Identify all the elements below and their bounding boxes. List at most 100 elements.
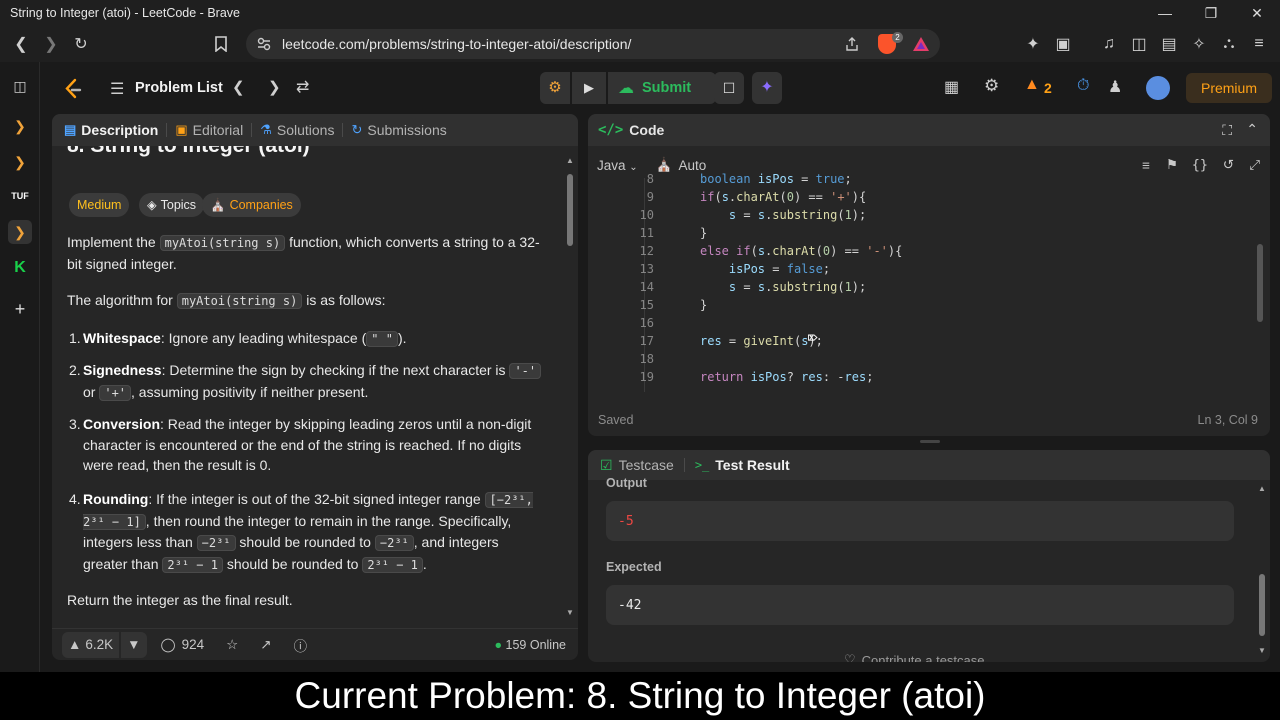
- description-footer: ▲ 6.2K ▼ ◯ 924 ☆ ↗ ⓘ ● 159 Online: [52, 628, 578, 660]
- add-friend-icon[interactable]: ♟: [1108, 77, 1122, 97]
- collapse-icon[interactable]: ⌃: [1246, 121, 1258, 138]
- kick-tab-icon[interactable]: K: [8, 256, 32, 280]
- code-line: 9 if(s.charAt(0) == '+'){: [588, 188, 1256, 206]
- difficulty-badge[interactable]: Medium: [69, 193, 130, 217]
- shuffle-icon[interactable]: ⇄: [296, 77, 309, 97]
- next-problem-icon[interactable]: ❯: [268, 78, 281, 96]
- leetcode-tab-icon[interactable]: ❯: [8, 114, 32, 138]
- comment-icon: ◯: [160, 636, 176, 652]
- comments-button[interactable]: ◯ 924: [161, 637, 205, 653]
- shields-count-badge: 2: [892, 32, 903, 43]
- browser-toolbar: ❮ ❯ ↻ leetcode.com/problems/string-to-in…: [0, 26, 1280, 62]
- ai-sparkle-icon[interactable]: ✦: [752, 72, 782, 104]
- share-icon[interactable]: ↗: [260, 637, 271, 653]
- streak-fire-icon[interactable]: ▲: [1024, 76, 1040, 94]
- return-paragraph: Return the integer as the final result.: [67, 592, 293, 608]
- submit-button[interactable]: ☁ Submit: [608, 72, 716, 104]
- step-text: should be rounded to: [235, 534, 375, 550]
- dislike-button[interactable]: ▼: [121, 631, 147, 658]
- leetcode-logo-icon[interactable]: [63, 78, 83, 105]
- tab-description[interactable]: ▤ Description: [64, 122, 158, 138]
- list-item: 2. Signedness: Determine the sign by chec…: [69, 360, 545, 403]
- vpn-icon[interactable]: ⛬: [1214, 29, 1244, 59]
- restore-icon[interactable]: ❐: [1188, 5, 1234, 22]
- forward-icon[interactable]: ❯: [36, 29, 66, 59]
- address-bar[interactable]: leetcode.com/problems/string-to-integer-…: [246, 29, 940, 59]
- help-icon[interactable]: ⓘ: [294, 635, 308, 655]
- panel-resize-handle[interactable]: [920, 440, 940, 443]
- tab-editorial[interactable]: ▣ Editorial: [175, 122, 243, 138]
- scroll-thumb[interactable]: [1257, 244, 1263, 322]
- code-line: 11}: [588, 224, 1256, 242]
- step-text: : If the integer is out of the 32-bit si…: [148, 491, 485, 507]
- code-header: </> Code ⛶ ⌃: [588, 114, 1270, 146]
- tab-solutions[interactable]: ⚗ Solutions: [260, 122, 334, 138]
- step-title: Conversion: [83, 416, 161, 432]
- list-icon: ☰: [110, 81, 125, 98]
- tab-test-result[interactable]: Test Result: [715, 457, 789, 473]
- debug-icon[interactable]: ⚙: [540, 72, 570, 104]
- step-text: or: [83, 383, 100, 400]
- site-info-icon[interactable]: [256, 36, 272, 57]
- line-number: 10: [639, 208, 654, 222]
- tab-editorial-label: Editorial: [192, 122, 244, 138]
- maximize-icon[interactable]: ⛶: [1222, 122, 1232, 139]
- prev-problem-icon[interactable]: ❮: [232, 78, 245, 96]
- step-title: Rounding: [83, 491, 149, 507]
- tab-solutions-label: Solutions: [276, 122, 335, 138]
- problem-title: 8. String to Integer (atoi): [67, 146, 310, 157]
- layout-icon[interactable]: ▦: [944, 77, 959, 97]
- description-tabs: ▤ Description ▣ Editorial ⚗ Solutions ↻ Subm…: [52, 114, 578, 146]
- companies-chip[interactable]: ⛪ Companies: [202, 193, 301, 217]
- code-editor[interactable]: 8 boolean isPos = true; 9 if(s.charAt(0) =…: [588, 172, 1256, 392]
- notes-icon[interactable]: ☐: [714, 72, 744, 104]
- leetcode-tab-icon[interactable]: ❯: [8, 150, 32, 174]
- back-icon[interactable]: ❮: [6, 29, 36, 59]
- run-icon[interactable]: ▶: [572, 72, 606, 104]
- step-text: should be rounded to: [222, 555, 363, 572]
- share-icon[interactable]: [844, 36, 860, 57]
- bookmark-icon[interactable]: [206, 29, 236, 59]
- sidebar-toggle-icon[interactable]: ◫: [1124, 29, 1154, 59]
- close-window-icon[interactable]: ✕: [1234, 5, 1280, 22]
- sidebar-panel-icon[interactable]: ◫: [8, 74, 32, 98]
- text-cursor-icon: ⌦: [808, 328, 818, 347]
- wallet-icon[interactable]: ▤: [1154, 29, 1184, 59]
- step-title: Whitespace: [83, 330, 161, 346]
- minimize-icon[interactable]: —: [1142, 5, 1188, 21]
- media-icon[interactable]: ♫: [1094, 29, 1124, 59]
- tuf-tab-icon[interactable]: TUF: [8, 184, 32, 208]
- reload-icon[interactable]: ↻: [66, 29, 96, 59]
- leo-ai-icon[interactable]: ✧: [1184, 29, 1214, 59]
- like-button[interactable]: ▲ 6.2K: [62, 631, 120, 658]
- code-line: 14 s = s.substring(1);: [588, 278, 1256, 296]
- premium-button[interactable]: Premium: [1186, 73, 1272, 103]
- inline-code: '-': [509, 363, 542, 379]
- screenshot-icon[interactable]: ▣: [1048, 29, 1078, 59]
- scroll-thumb[interactable]: [567, 174, 573, 246]
- algo-text: The algorithm for: [67, 292, 177, 308]
- avatar[interactable]: [1146, 76, 1170, 100]
- settings-gear-icon[interactable]: ⚙: [984, 76, 999, 96]
- topics-chip[interactable]: ◈ Topics: [139, 193, 205, 217]
- window-titlebar: String to Integer (atoi) - LeetCode - Br…: [0, 0, 1280, 26]
- tab-submissions[interactable]: ↻ Submissions: [351, 122, 446, 138]
- star-icon[interactable]: ☆: [226, 637, 238, 653]
- document-icon: ▤: [64, 122, 77, 137]
- brave-rewards-icon[interactable]: [912, 35, 930, 58]
- code-scrollbar[interactable]: [1256, 198, 1264, 388]
- scroll-thumb[interactable]: [1259, 574, 1265, 636]
- problem-list-link[interactable]: Problem List: [135, 80, 223, 96]
- browser-menu-icon[interactable]: ≡: [1244, 29, 1274, 59]
- timer-icon[interactable]: ⏱: [1077, 77, 1089, 95]
- test-scrollbar[interactable]: ▲ ▼: [1258, 484, 1266, 656]
- tab-divider: [683, 458, 685, 472]
- tab-testcase[interactable]: Testcase: [619, 457, 674, 473]
- extensions-icon[interactable]: ✦: [1018, 29, 1048, 59]
- new-tab-icon[interactable]: +: [8, 297, 32, 321]
- leetcode-active-tab-icon[interactable]: ❯: [8, 220, 32, 244]
- thumbs-down-icon: ▼: [127, 637, 141, 652]
- description-scrollbar[interactable]: ▲ ▼: [566, 156, 574, 618]
- contribute-testcase-link[interactable]: ♡ Contribute a testcase: [844, 652, 985, 662]
- list-item: 1. Whitespace: Ignore any leading whitesp…: [69, 330, 407, 347]
